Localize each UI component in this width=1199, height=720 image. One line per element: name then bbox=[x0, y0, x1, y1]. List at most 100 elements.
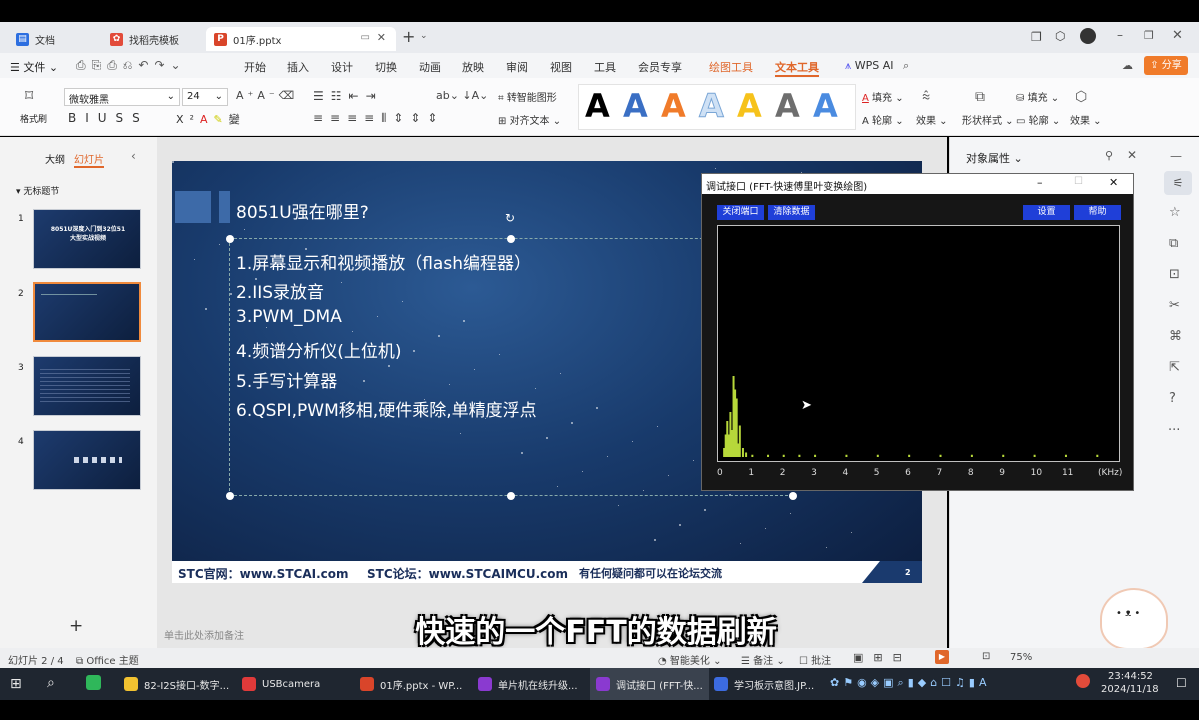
cloud-icon[interactable]: ☁ bbox=[1122, 59, 1133, 72]
tab-documents[interactable]: ▤ 文档 bbox=[8, 27, 96, 51]
menu-insert[interactable]: 插入 bbox=[287, 59, 309, 75]
sliders-icon[interactable]: ⚟ bbox=[1164, 171, 1192, 195]
3d-effect-icon[interactable]: ⬡ bbox=[1075, 89, 1087, 105]
slide-thumbnail-4[interactable] bbox=[33, 430, 141, 490]
text-color-icons[interactable]: X²A✎變 bbox=[176, 111, 246, 127]
text-effect-button[interactable]: 效果 ⌄ bbox=[916, 112, 948, 127]
notes-placeholder[interactable]: 单击此处添加备注 bbox=[164, 627, 244, 642]
taskbar-item[interactable]: 82-I2S接口-数字... bbox=[118, 668, 235, 700]
taskbar-item[interactable]: USBcamera bbox=[236, 668, 326, 700]
search-icon[interactable]: ⌕ bbox=[47, 675, 55, 691]
resize-handle[interactable] bbox=[789, 492, 797, 500]
menu-view[interactable]: 视图 bbox=[550, 59, 572, 75]
add-slide-button[interactable]: + bbox=[69, 616, 83, 636]
play-icon[interactable]: ▶ bbox=[935, 650, 949, 664]
align-text-button[interactable]: ⊞ 对齐文本 ⌄ bbox=[498, 112, 561, 127]
wordart-style-yellow[interactable]: A bbox=[737, 87, 762, 125]
section-header[interactable]: ▾ 无标题节 bbox=[16, 184, 59, 197]
wordart-style-black[interactable]: A bbox=[585, 87, 610, 125]
size-select[interactable]: 24 ⌄ bbox=[182, 88, 228, 106]
text-format-icons[interactable]: BIUSS bbox=[68, 111, 149, 125]
close-window-icon[interactable]: ✕ bbox=[1172, 28, 1183, 43]
shape-fill-button[interactable]: ⛁ 填充 ⌄ bbox=[1016, 89, 1059, 104]
text-fill-button[interactable]: A 填充 ⌄ bbox=[862, 89, 904, 104]
font-select[interactable]: 微软雅黑 ⌄ bbox=[64, 88, 180, 106]
pin-icon[interactable]: ⚲ bbox=[1105, 149, 1113, 162]
minimize-icon[interactable]: – bbox=[1117, 28, 1123, 42]
rotate-icon[interactable]: ↻ bbox=[505, 211, 515, 225]
close-pane-icon[interactable]: ✕ bbox=[1127, 148, 1137, 162]
resize-handle[interactable] bbox=[507, 492, 515, 500]
menu-home[interactable]: 开始 bbox=[244, 59, 266, 75]
windows-start-icon[interactable]: ⊞ bbox=[10, 676, 22, 692]
menu-animation[interactable]: 动画 bbox=[419, 59, 441, 75]
menu-tools[interactable]: 工具 bbox=[594, 59, 616, 75]
taskbar-item-active[interactable]: 调试接口 (FFT-快... bbox=[590, 668, 709, 700]
tab-templates[interactable]: ✿ 找稻壳模板 bbox=[102, 27, 202, 51]
tools-icon[interactable]: ✂ bbox=[1169, 298, 1180, 313]
zoom-level[interactable]: 75% bbox=[1010, 652, 1032, 663]
taskbar-item[interactable]: 学习板示意图.JP... bbox=[708, 668, 820, 700]
new-tab-icon[interactable]: + bbox=[402, 27, 415, 46]
notification-icon[interactable]: ☐ bbox=[1176, 676, 1187, 690]
star-icon[interactable]: ☆ bbox=[1169, 205, 1181, 220]
wordart-style-gray[interactable]: A bbox=[775, 87, 800, 125]
wps-ai-button[interactable]: ⩚ WPS AI bbox=[845, 59, 893, 73]
tab-outline[interactable]: 大纲 bbox=[45, 151, 65, 166]
notes-button[interactable]: ☰ 备注 ⌄ bbox=[741, 652, 785, 667]
tab-pptx[interactable]: P 01序.pptx ▭ ✕ bbox=[206, 27, 396, 51]
tab-slides[interactable]: 幻灯片 bbox=[74, 151, 104, 168]
wordart-style-outline[interactable]: A bbox=[699, 87, 725, 126]
align-icons[interactable]: ≡≡≡≡⫴⇕⇕⇕ bbox=[313, 111, 444, 126]
help-icon[interactable]: ? bbox=[1169, 391, 1176, 406]
menu-design[interactable]: 设计 bbox=[331, 59, 353, 75]
monitor-icon[interactable]: ▭ bbox=[361, 32, 370, 43]
quick-access-icons[interactable]: ⎙⎘⎙⎌↶↷⌄ bbox=[76, 58, 187, 73]
text-direction-icon[interactable]: ab⌄ ↓A⌄ bbox=[436, 89, 488, 102]
view-mode-icons[interactable]: ▣⊞⊟ bbox=[853, 651, 912, 664]
restore-icon[interactable]: ❐ bbox=[1144, 29, 1154, 42]
resize-handle[interactable] bbox=[507, 235, 515, 243]
file-menu[interactable]: ☰ 文件 ⌄ bbox=[10, 59, 58, 75]
clear-data-button[interactable]: 清除数据 bbox=[768, 205, 815, 220]
comments-button[interactable]: ☐ 批注 bbox=[799, 652, 831, 667]
wordart-gallery[interactable]: A A A A A A A bbox=[578, 84, 856, 130]
font-size-tools[interactable]: A⁺A⁻⌫ bbox=[236, 89, 298, 102]
image-icon[interactable]: ⊡ bbox=[1169, 267, 1180, 282]
avatar[interactable] bbox=[1080, 28, 1096, 44]
slide-thumbnail-1[interactable]: 8051U深度入门到32位51大型实战视频 bbox=[33, 209, 141, 269]
window-icon[interactable]: ❐ bbox=[1031, 30, 1042, 44]
close-port-button[interactable]: 关闭端口 bbox=[717, 205, 764, 220]
wordart-style-blue[interactable]: A bbox=[623, 87, 648, 125]
close-tab-icon[interactable]: ✕ bbox=[377, 31, 386, 44]
shape-style-icon[interactable]: ⧉ bbox=[975, 89, 985, 105]
beautify-button[interactable]: ◔ 智能美化 ⌄ bbox=[658, 652, 721, 667]
more-icon[interactable]: ··· bbox=[1168, 423, 1180, 438]
wordart-style-orange[interactable]: A bbox=[661, 87, 686, 125]
properties-title[interactable]: 对象属性 ⌄ bbox=[966, 150, 1023, 166]
close-icon[interactable]: ✕ bbox=[1109, 176, 1118, 189]
taskbar-item[interactable]: 单片机在线升级... bbox=[472, 668, 584, 700]
list-icons[interactable]: ☰☷⇤⇥ bbox=[313, 89, 383, 103]
help-button[interactable]: 帮助 bbox=[1074, 205, 1121, 220]
taskbar-item[interactable]: 01序.pptx - WP... bbox=[354, 668, 468, 700]
menu-review[interactable]: 审阅 bbox=[506, 59, 528, 75]
search-icon[interactable]: ⌕ bbox=[903, 59, 909, 73]
smart-shape-button[interactable]: ⌗ 转智能图形 bbox=[498, 89, 557, 104]
resize-handle[interactable] bbox=[226, 235, 234, 243]
text-effect-icon[interactable]: ⩯ bbox=[922, 89, 930, 105]
menu-slideshow[interactable]: 放映 bbox=[462, 59, 484, 75]
theme-indicator[interactable]: ⧉ Office 主题 bbox=[76, 652, 139, 667]
collapse-icon[interactable]: ‹ bbox=[131, 149, 136, 163]
copy-icon[interactable]: ⧉ bbox=[1169, 236, 1178, 251]
system-tray-icons[interactable]: ✿⚑◉◈▣⌕▮◆⌂☐♫▮A bbox=[830, 676, 991, 690]
maximize-icon[interactable]: ☐ bbox=[1074, 176, 1083, 187]
share-button[interactable]: ⇪ 分享 bbox=[1144, 56, 1188, 75]
shape-outline-button[interactable]: ▭ 轮廓 ⌄ bbox=[1016, 112, 1060, 127]
tray-app-icon[interactable] bbox=[1076, 674, 1090, 688]
wordart-style-lightblue[interactable]: A bbox=[813, 87, 838, 125]
chat-app-icon[interactable] bbox=[86, 675, 101, 690]
slide-thumbnail-2[interactable] bbox=[33, 282, 141, 342]
minus-icon[interactable]: — bbox=[1170, 149, 1182, 163]
slide-thumbnail-3[interactable] bbox=[33, 356, 141, 416]
